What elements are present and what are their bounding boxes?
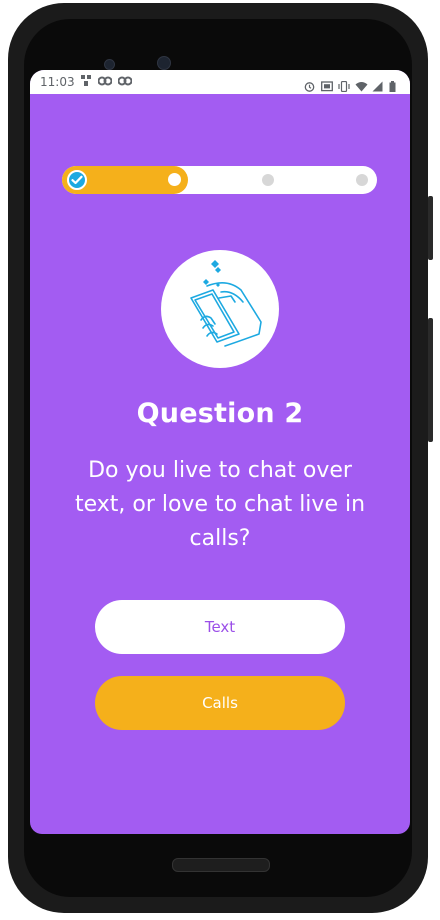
answer-text-button[interactable]: Text — [95, 600, 345, 654]
step-upcoming-dot — [262, 174, 274, 186]
question-title: Question 2 — [136, 398, 304, 429]
question-illustration — [161, 250, 279, 368]
power-button — [428, 196, 433, 260]
cast-icon — [321, 77, 333, 91]
hand-holding-phone-hearts-icon — [190, 260, 262, 347]
app-screen: 11:03 Question 2 Do you live to chat ove… — [30, 70, 410, 834]
ds-notification-icon — [117, 76, 133, 89]
status-left: 11:03 — [40, 75, 133, 89]
step-current-dot — [168, 173, 181, 186]
status-time: 11:03 — [40, 75, 75, 89]
battery-icon — [389, 77, 400, 92]
status-bar: 11:03 — [30, 70, 410, 94]
question-text: Do you live to chat over text, or love t… — [74, 458, 366, 551]
grid-notification-icon — [80, 75, 92, 89]
step-completed-check-icon — [67, 170, 87, 190]
volume-button — [428, 318, 433, 442]
bottom-speaker — [172, 858, 270, 872]
signal-icon — [372, 77, 383, 91]
answer-calls-button[interactable]: Calls — [95, 676, 345, 730]
status-right — [304, 77, 400, 92]
front-sensor — [104, 59, 115, 70]
vibrate-icon — [338, 77, 350, 92]
quiz-progress-bar — [62, 166, 377, 194]
alarm-icon — [304, 77, 315, 92]
wifi-icon — [355, 77, 368, 91]
step-upcoming-dot — [356, 174, 368, 186]
ds-notification-icon — [97, 76, 113, 89]
front-camera — [157, 56, 171, 70]
